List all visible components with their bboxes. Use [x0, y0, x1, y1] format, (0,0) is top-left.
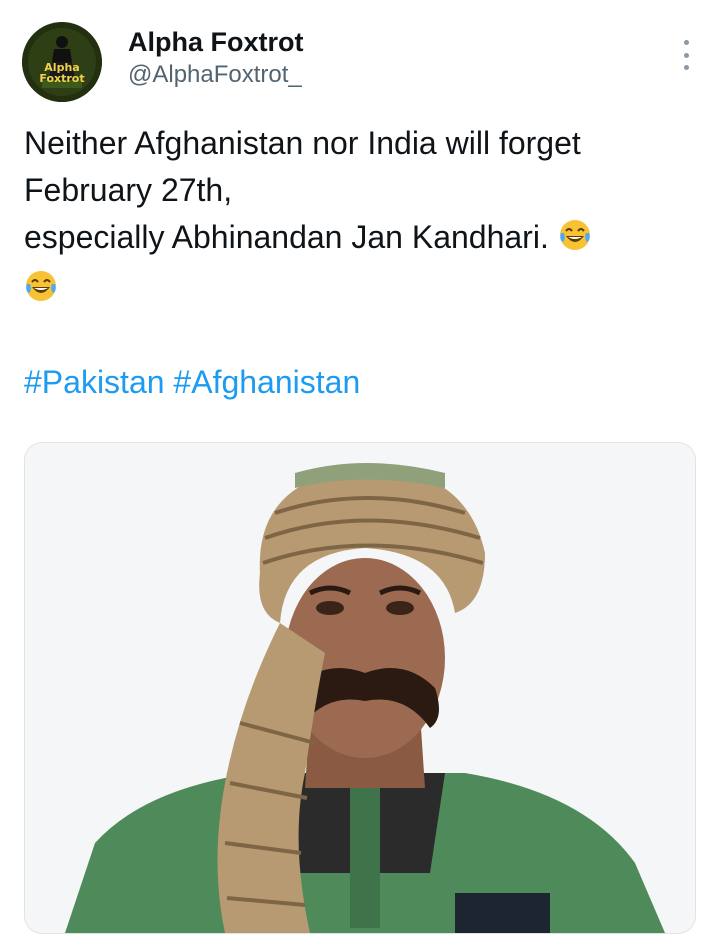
hashtag-list: #Pakistan #Afghanistan [24, 360, 360, 404]
avatar-text-line2: Foxtrot [39, 72, 85, 85]
author-handle[interactable]: @AlphaFoxtrot_ [128, 58, 304, 92]
tweet-text-line-3 [24, 265, 694, 316]
author-names: Alpha Foxtrot @AlphaFoxtrot_ [128, 26, 304, 92]
author-display-name[interactable]: Alpha Foxtrot [128, 26, 304, 58]
tweet-text-line-2: especially Abhinandan Jan Kandhari. [24, 214, 694, 265]
hashtag-pakistan[interactable]: #Pakistan [24, 364, 165, 400]
tweet-text-line-1: Neither Afghanistan nor India will forge… [24, 125, 581, 208]
portrait-photo [25, 443, 695, 933]
more-options-button[interactable] [680, 40, 692, 70]
tweet-header: Alpha Foxtrot Alpha Foxtrot @AlphaFoxtro… [22, 22, 698, 104]
more-dot [683, 65, 689, 70]
author-avatar[interactable]: Alpha Foxtrot [22, 22, 102, 102]
tears-of-joy-emoji-icon [24, 269, 58, 316]
tweet-media-image[interactable] [24, 442, 696, 934]
hashtag-afghanistan[interactable]: #Afghanistan [173, 364, 360, 400]
more-vertical-icon [683, 40, 689, 45]
avatar-logo-text: Alpha Foxtrot [22, 62, 102, 84]
tweet-text-line-2-text: especially Abhinandan Jan Kandhari. [24, 219, 549, 255]
tears-of-joy-emoji-icon [558, 218, 592, 265]
more-dot [683, 52, 689, 58]
tweet-body: Neither Afghanistan nor India will forge… [24, 120, 694, 316]
